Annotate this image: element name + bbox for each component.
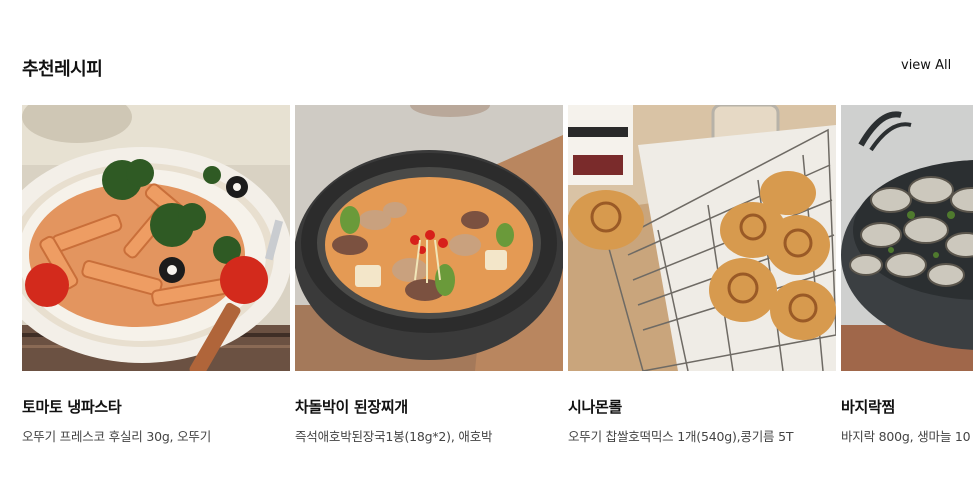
recipe-carousel: 토마토 냉파스타 오뚜기 프레스코 후실리 30g, 오뚜기 차돌박이 된장찌개… [22,105,973,486]
view-all-link[interactable]: view All [901,58,951,73]
recipe-image-doenjang-stew[interactable] [295,105,563,371]
recipe-card-cinnamon-roll[interactable]: 시나몬롤 오뚜기 찹쌀호떡믹스 1개(540g),콩기름 5T [568,105,836,445]
recipe-title[interactable]: 시나몬롤 [568,396,836,417]
recipe-title[interactable]: 차돌박이 된장찌개 [295,396,563,417]
recipe-image-tomato-pasta[interactable] [22,105,290,371]
recipe-image-cinnamon-roll[interactable] [568,105,836,371]
recipe-ingredients: 오뚜기 프레스코 후실리 30g, 오뚜기 [22,429,212,444]
recipe-title[interactable]: 바지락찜 [841,396,973,417]
recipe-card-tomato-pasta[interactable]: 토마토 냉파스타 오뚜기 프레스코 후실리 30g, 오뚜기 [22,105,290,445]
recipe-title[interactable]: 토마토 냉파스타 [22,396,290,417]
recipe-image-steamed-clams[interactable] [841,105,973,371]
recommended-recipes-section: 추천레시피 view All 토마토 냉파스타 오뚜기 프레스코 후실리 30g… [0,0,973,486]
recipe-ingredients: 오뚜기 찹쌀호떡믹스 1개(540g),콩기름 5T [568,429,794,444]
recipe-ingredients: 바지락 800g, 생마늘 10 [841,429,971,444]
recipe-card-steamed-clams[interactable]: 바지락찜 바지락 800g, 생마늘 10 [841,105,973,445]
recipe-ingredients: 즉석애호박된장국1봉(18g*2), 애호박 [295,429,493,444]
recipe-card-doenjang-stew[interactable]: 차돌박이 된장찌개 즉석애호박된장국1봉(18g*2), 애호박 [295,105,563,445]
section-title: 추천레시피 [22,59,103,80]
